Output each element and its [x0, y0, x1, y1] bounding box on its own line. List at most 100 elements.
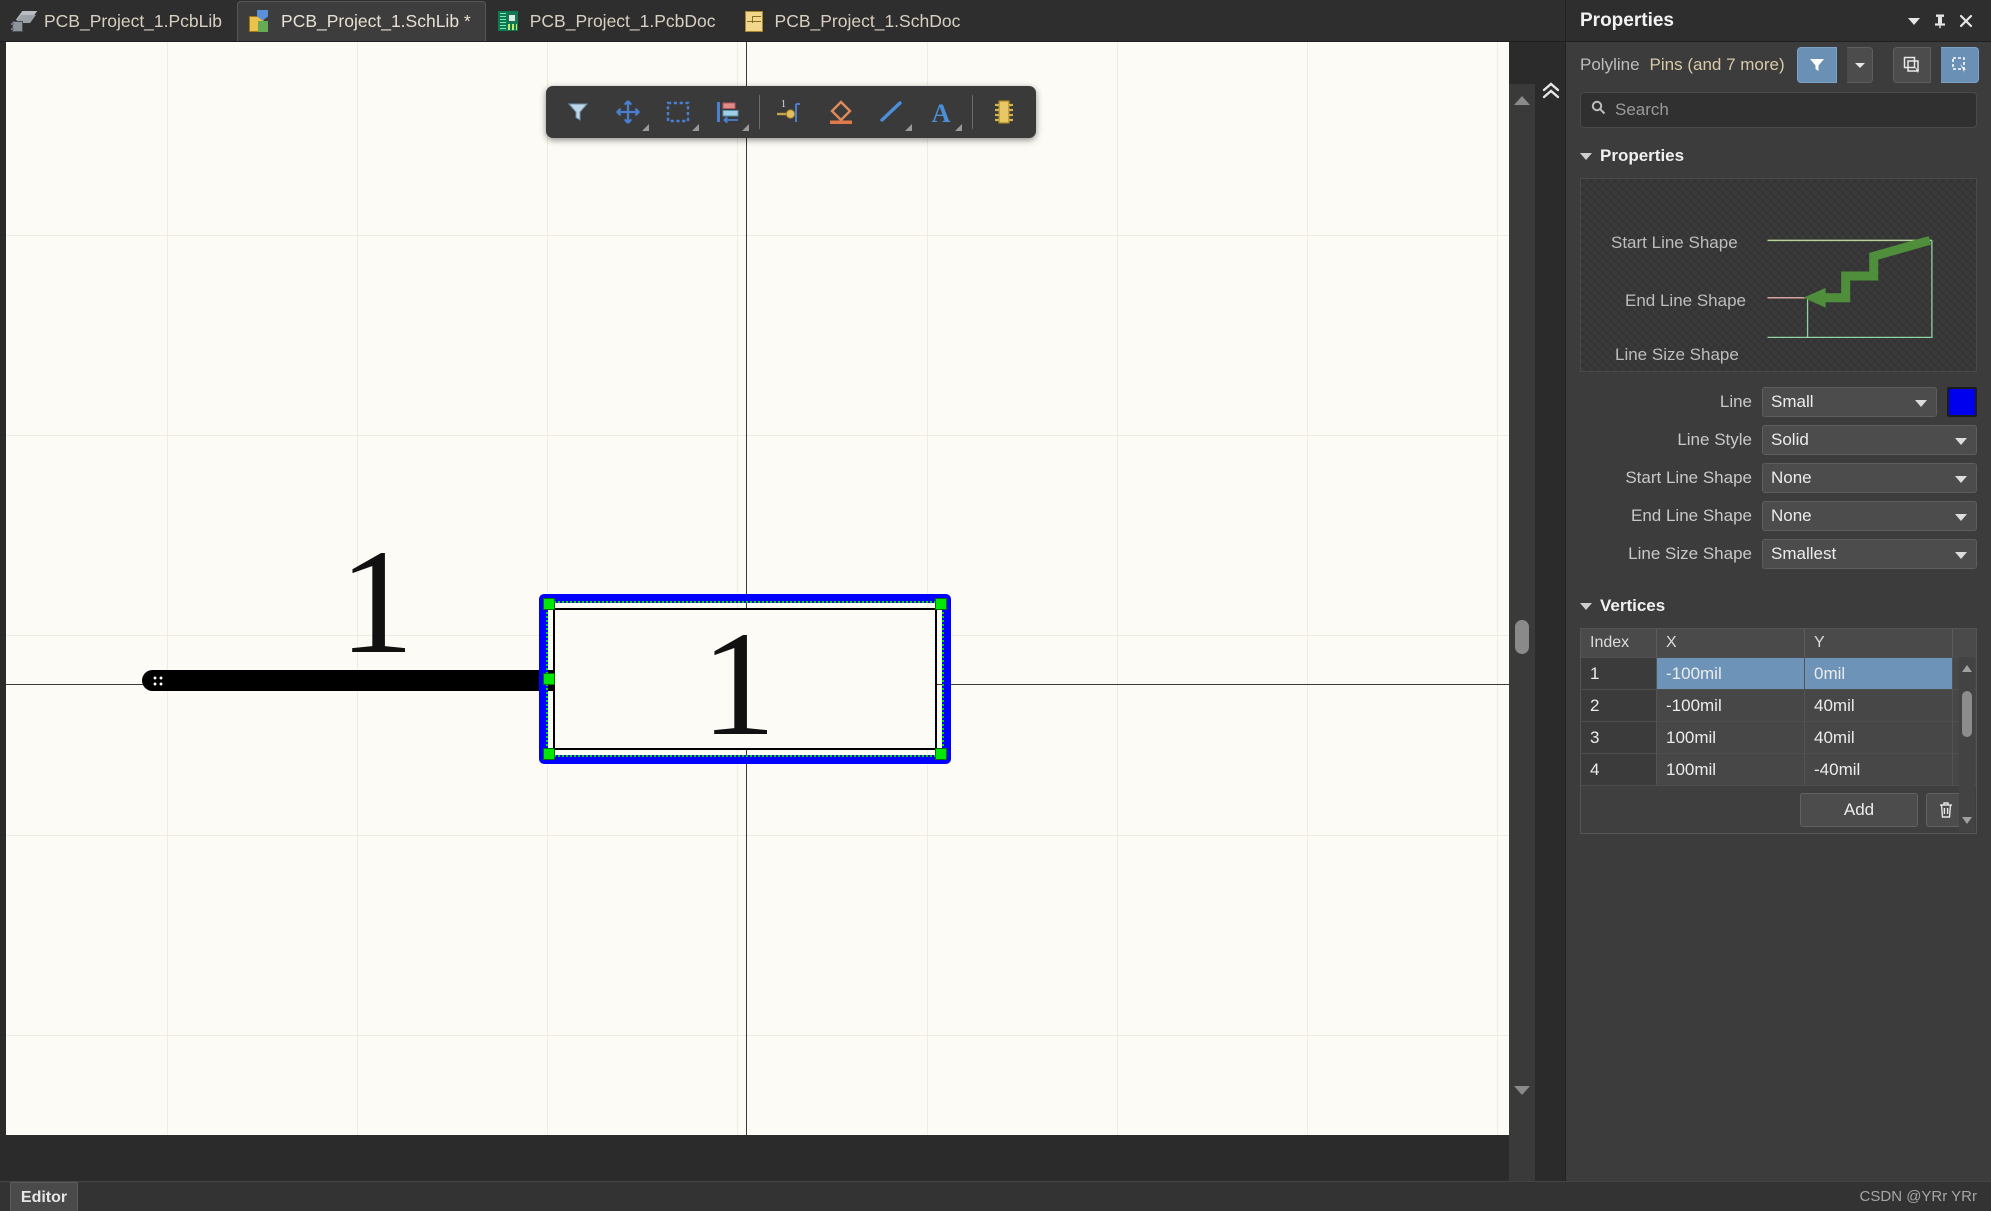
document-tab-bar: PCB_Project_1.PcbLib PCB_Project_1.SchLi… [0, 0, 1565, 42]
schlib-icon [248, 10, 272, 34]
field-value: None [1771, 468, 1812, 488]
filter-toggle-button[interactable] [1797, 47, 1837, 83]
vertical-scroll-thumb[interactable] [1515, 620, 1529, 654]
canvas-vertical-scrollbar[interactable] [1509, 84, 1535, 1185]
section-title: Vertices [1600, 596, 1665, 616]
page-title: Properties [1580, 10, 1901, 32]
document-tab-pcbdoc[interactable]: PCB_Project_1.PcbDoc [486, 1, 731, 41]
cell-index: 2 [1581, 690, 1657, 721]
field-label: Start Line Shape [1566, 468, 1752, 488]
toolbar-separator [972, 95, 973, 129]
properties-panel: Properties Polyline Pins (and 7 more) [1565, 0, 1991, 1181]
resize-handle-bottom-left[interactable] [543, 748, 555, 760]
field-row-line-style: Line Style Solid [1566, 424, 1977, 456]
selection-summary-label: Pins (and 7 more) [1650, 55, 1787, 75]
properties-section-header[interactable]: Properties [1566, 144, 1991, 168]
select-similar-button[interactable] [1893, 47, 1931, 83]
filter-icon[interactable] [554, 90, 602, 134]
line-size-shape-select[interactable]: Smallest [1762, 539, 1977, 569]
vertices-section-header[interactable]: Vertices [1566, 594, 1991, 618]
document-tab-schlib[interactable]: PCB_Project_1.SchLib * [237, 1, 486, 41]
resize-handle-top-right[interactable] [935, 598, 947, 610]
selection-rectangle-icon[interactable] [654, 90, 702, 134]
chevron-down-icon [1915, 400, 1927, 407]
line-style-select[interactable]: Solid [1762, 425, 1977, 455]
component-pin[interactable] [142, 670, 553, 691]
chevron-down-icon [1955, 514, 1967, 521]
table-row[interactable]: 3 100mil 40mil [1581, 721, 1976, 753]
place-line-icon[interactable] [867, 90, 915, 134]
chevron-down-icon [1955, 438, 1967, 445]
collapse-caret-icon [1580, 603, 1592, 610]
document-tab-label: PCB_Project_1.PcbDoc [530, 11, 716, 32]
cell-x[interactable]: -100mil [1657, 658, 1805, 689]
cell-y[interactable]: 40mil [1805, 722, 1953, 753]
pin-icon[interactable] [1927, 8, 1953, 34]
cell-y[interactable]: 40mil [1805, 690, 1953, 721]
cell-x[interactable]: 100mil [1657, 754, 1805, 785]
dropdown-corner-icon [742, 124, 749, 131]
place-part-icon[interactable] [817, 90, 865, 134]
table-row[interactable]: 4 100mil -40mil [1581, 753, 1976, 785]
move-icon[interactable] [604, 90, 652, 134]
end-line-shape-select[interactable]: None [1762, 501, 1977, 531]
field-value: None [1771, 506, 1812, 526]
resize-handle-middle-left[interactable] [543, 673, 555, 685]
selection-mode-button[interactable] [1941, 47, 1979, 83]
cell-y[interactable]: -40mil [1805, 754, 1953, 785]
column-header-spacer [1953, 629, 1976, 657]
document-tab-pcblib[interactable]: PCB_Project_1.PcbLib [0, 1, 237, 41]
line-width-select[interactable]: Small [1762, 387, 1937, 417]
align-icon[interactable] [704, 90, 752, 134]
cell-y[interactable]: 0mil [1805, 658, 1953, 689]
resize-handle-top-left[interactable] [543, 598, 555, 610]
document-tab-schdoc[interactable]: PCB_Project_1.SchDoc [731, 1, 976, 41]
chevron-down-icon[interactable] [1901, 8, 1927, 34]
active-bar-toolbar: 1 A [546, 86, 1036, 138]
document-tab-label: PCB_Project_1.SchDoc [775, 11, 961, 32]
table-row[interactable]: 1 -100mil 0mil [1581, 657, 1976, 689]
start-line-shape-select[interactable]: None [1762, 463, 1977, 493]
place-text-icon[interactable]: A [917, 90, 965, 134]
collapse-caret-icon [1580, 153, 1592, 160]
place-pin-icon[interactable]: 1 [767, 90, 815, 134]
dropdown-corner-icon [905, 124, 912, 131]
schematic-editor-area: 1 1 [0, 42, 1565, 1143]
search-icon [1591, 100, 1606, 120]
search-placeholder: Search [1615, 100, 1669, 120]
pin-designator-label: 1 [339, 527, 414, 677]
properties-section: Properties Start Line Shape End Line Sha… [1566, 144, 1991, 570]
cell-index: 3 [1581, 722, 1657, 753]
cell-x[interactable]: 100mil [1657, 722, 1805, 753]
vertices-table: Index X Y 1 -100mil 0mil 2 -100mil 40mil [1580, 628, 1977, 834]
pcbdoc-icon [497, 10, 521, 34]
table-header-row: Index X Y [1581, 629, 1976, 657]
status-bar: Editor CSDN @YRr YRr [0, 1181, 1991, 1211]
column-header-x: X [1657, 629, 1805, 657]
collapse-panel-chevron-icon[interactable] [1537, 76, 1565, 106]
field-value: Smallest [1771, 544, 1836, 564]
table-row[interactable]: 2 -100mil 40mil [1581, 689, 1976, 721]
close-icon[interactable] [1953, 8, 1979, 34]
schematic-canvas[interactable]: 1 1 [6, 42, 1509, 1135]
field-row-line: Line Small [1566, 386, 1977, 418]
vertices-scroll-thumb[interactable] [1962, 691, 1972, 737]
resize-handle-bottom-right[interactable] [935, 748, 947, 760]
scroll-down-arrow-icon[interactable] [1962, 817, 1972, 824]
cell-index: 1 [1581, 658, 1657, 689]
document-tab-label: PCB_Project_1.PcbLib [44, 11, 222, 32]
component-icon[interactable] [980, 90, 1028, 134]
filter-dropdown-button[interactable] [1847, 47, 1873, 83]
search-input[interactable]: Search [1580, 92, 1977, 128]
scroll-down-arrow-icon[interactable] [1514, 1086, 1530, 1095]
vertices-scrollbar[interactable] [1959, 657, 1975, 832]
preview-label-line-size-shape: Line Size Shape [1615, 345, 1976, 365]
cell-x[interactable]: -100mil [1657, 690, 1805, 721]
scroll-up-arrow-icon[interactable] [1514, 96, 1530, 105]
line-color-swatch[interactable] [1947, 387, 1977, 417]
scroll-up-arrow-icon[interactable] [1962, 665, 1972, 672]
chevron-down-icon [1955, 476, 1967, 483]
field-label: End Line Shape [1566, 506, 1752, 526]
editor-tab[interactable]: Editor [10, 1182, 78, 1211]
add-vertex-button[interactable]: Add [1800, 793, 1918, 827]
